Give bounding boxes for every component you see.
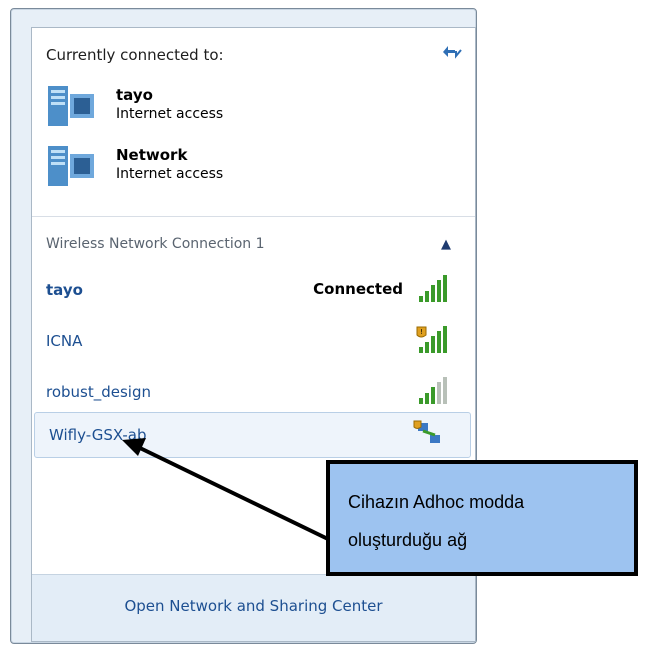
callout-line-1: Cihazın Adhoc modda [348,492,525,512]
callout-line-2: oluşturduğu ağ [348,530,468,550]
annotation-callout: Cihazın Adhoc modda oluşturduğu ağ [326,460,638,576]
